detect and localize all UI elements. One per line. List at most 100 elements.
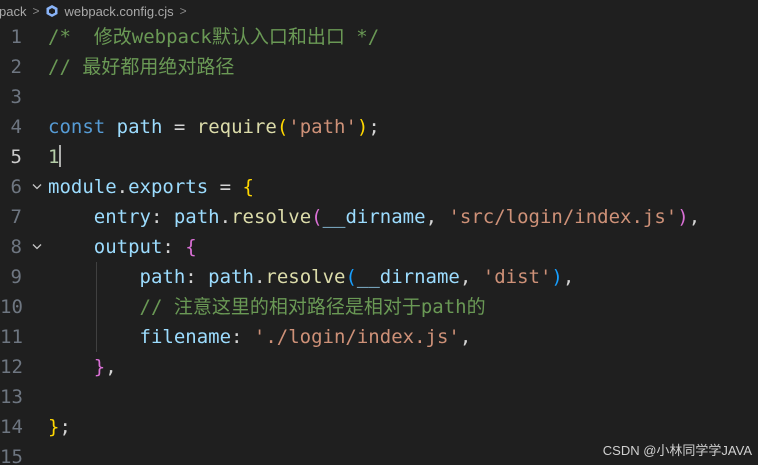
code-token: : — [231, 326, 254, 348]
code-token: 1 — [48, 146, 60, 168]
breadcrumb-folder[interactable]: pack — [0, 4, 26, 19]
code-token: resolve — [265, 266, 346, 288]
code-token: 'src/login/index.js' — [448, 206, 678, 228]
code-token: __dirname — [356, 266, 460, 288]
code-token: : — [162, 236, 186, 258]
breadcrumb-file[interactable]: webpack.config.cjs — [45, 3, 174, 19]
code-line[interactable]: 11 filename: './login/index.js', — [0, 322, 758, 352]
chevron-down-icon[interactable] — [30, 172, 44, 202]
code-line[interactable]: 8 output: { — [0, 232, 758, 262]
code-text: const path = require('path'); — [48, 112, 380, 142]
line-number: 7 — [10, 206, 22, 228]
code-line[interactable]: 2 // 最好都用绝对路径 — [0, 52, 758, 82]
code-token: 'dist' — [482, 266, 552, 288]
chevron-right-icon: > — [32, 4, 40, 18]
code-token: require — [196, 116, 277, 138]
code-line[interactable]: 14}; — [0, 412, 758, 442]
code-token: // 最好都用绝对路径 — [48, 56, 235, 78]
code-line[interactable]: 3 — [0, 82, 758, 112]
code-line[interactable]: 9 path: path.resolve(__dirname, 'dist'), — [0, 262, 758, 292]
chevron-right-icon: > — [179, 4, 187, 18]
code-token: ; — [368, 116, 380, 138]
code-token: , — [105, 356, 117, 378]
code-token: ; — [59, 416, 71, 438]
code-text: 1 — [48, 142, 62, 172]
line-number: 10 — [0, 296, 23, 318]
code-token: 'path' — [288, 116, 357, 138]
code-text: entry: path.resolve(__dirname, 'src/logi… — [48, 202, 700, 232]
code-line[interactable]: 7 entry: path.resolve(__dirname, 'src/lo… — [0, 202, 758, 232]
line-number: 5 — [10, 146, 22, 168]
line-number: 1 — [10, 26, 22, 48]
json-config-file-icon — [46, 4, 58, 17]
breadcrumb-file-label: webpack.config.cjs — [64, 3, 174, 19]
code-token: ( — [345, 266, 357, 288]
code-token: , — [459, 266, 483, 288]
code-token: . — [253, 266, 266, 288]
breadcrumb: pack > webpack.config.cjs > — [0, 0, 758, 22]
code-token: } — [48, 416, 60, 438]
code-text: }, — [48, 352, 117, 382]
code-token: . — [219, 206, 232, 228]
line-number: 3 — [10, 86, 22, 108]
chevron-down-icon[interactable] — [30, 232, 44, 262]
line-number: 12 — [0, 356, 23, 378]
code-token: entry — [93, 206, 151, 228]
line-number: 13 — [0, 386, 23, 408]
code-token: = — [208, 176, 243, 198]
code-line[interactable]: 13 — [0, 382, 758, 412]
code-token: path — [116, 116, 163, 138]
code-token: path — [139, 266, 186, 288]
line-number: 14 — [0, 416, 23, 438]
code-token: : — [185, 266, 209, 288]
code-token: 默认入口和出口 */ — [211, 26, 380, 48]
code-token: // 注意这里的相对路径是相对于 — [139, 296, 421, 318]
code-text: // 注意这里的相对路径是相对于path的 — [48, 292, 486, 322]
code-line[interactable]: 6 module.exports = { — [0, 172, 758, 202]
code-token: { — [185, 236, 197, 258]
code-token: { — [242, 176, 254, 198]
line-number: 8 — [10, 236, 22, 258]
line-number: 15 — [0, 446, 23, 465]
code-text: module.exports = { — [48, 172, 254, 202]
code-token: , — [562, 266, 575, 288]
code-token: const — [48, 116, 106, 138]
code-token: , — [459, 326, 472, 348]
code-token: path — [420, 296, 467, 318]
code-token: output — [93, 236, 163, 258]
code-token: webpack — [131, 26, 212, 48]
line-number: 2 — [10, 56, 22, 78]
code-token: 的 — [466, 296, 486, 318]
code-token: __dirname — [322, 206, 426, 228]
code-editor[interactable]: pack > webpack.config.cjs > 1/* 修改webpac… — [0, 0, 758, 465]
line-number: 6 — [10, 176, 22, 198]
code-token: ( — [276, 116, 289, 138]
code-line[interactable]: 10 // 注意这里的相对路径是相对于path的 — [0, 292, 758, 322]
code-text: filename: './login/index.js', — [48, 322, 472, 352]
code-token: exports — [128, 176, 209, 198]
code-token: : — [150, 206, 174, 228]
line-number: 4 — [10, 116, 22, 138]
code-token: ) — [551, 266, 563, 288]
code-token: filename — [139, 326, 232, 348]
code-token: module — [48, 176, 117, 198]
code-line[interactable]: 1 /* 修改webpack默认入口和出口 */ — [0, 22, 758, 52]
code-area[interactable]: 1 /* 修改webpack默认入口和出口 */ 2 // 最好都用绝对路径 3 4 con… — [0, 22, 758, 465]
code-token: ) — [677, 206, 689, 228]
code-token: ) — [356, 116, 369, 138]
code-token: = — [162, 116, 197, 138]
code-line[interactable]: 51 — [0, 142, 758, 172]
code-text: }; — [48, 412, 71, 442]
code-text: // 最好都用绝对路径 — [48, 52, 234, 82]
code-token: path — [208, 266, 254, 288]
code-token: /* 修改 — [48, 26, 132, 48]
indent-guide — [96, 262, 97, 352]
code-text: output: { — [48, 232, 197, 262]
code-line[interactable]: 4 const path = require('path'); — [0, 112, 758, 142]
code-line[interactable]: 12 }, — [0, 352, 758, 382]
